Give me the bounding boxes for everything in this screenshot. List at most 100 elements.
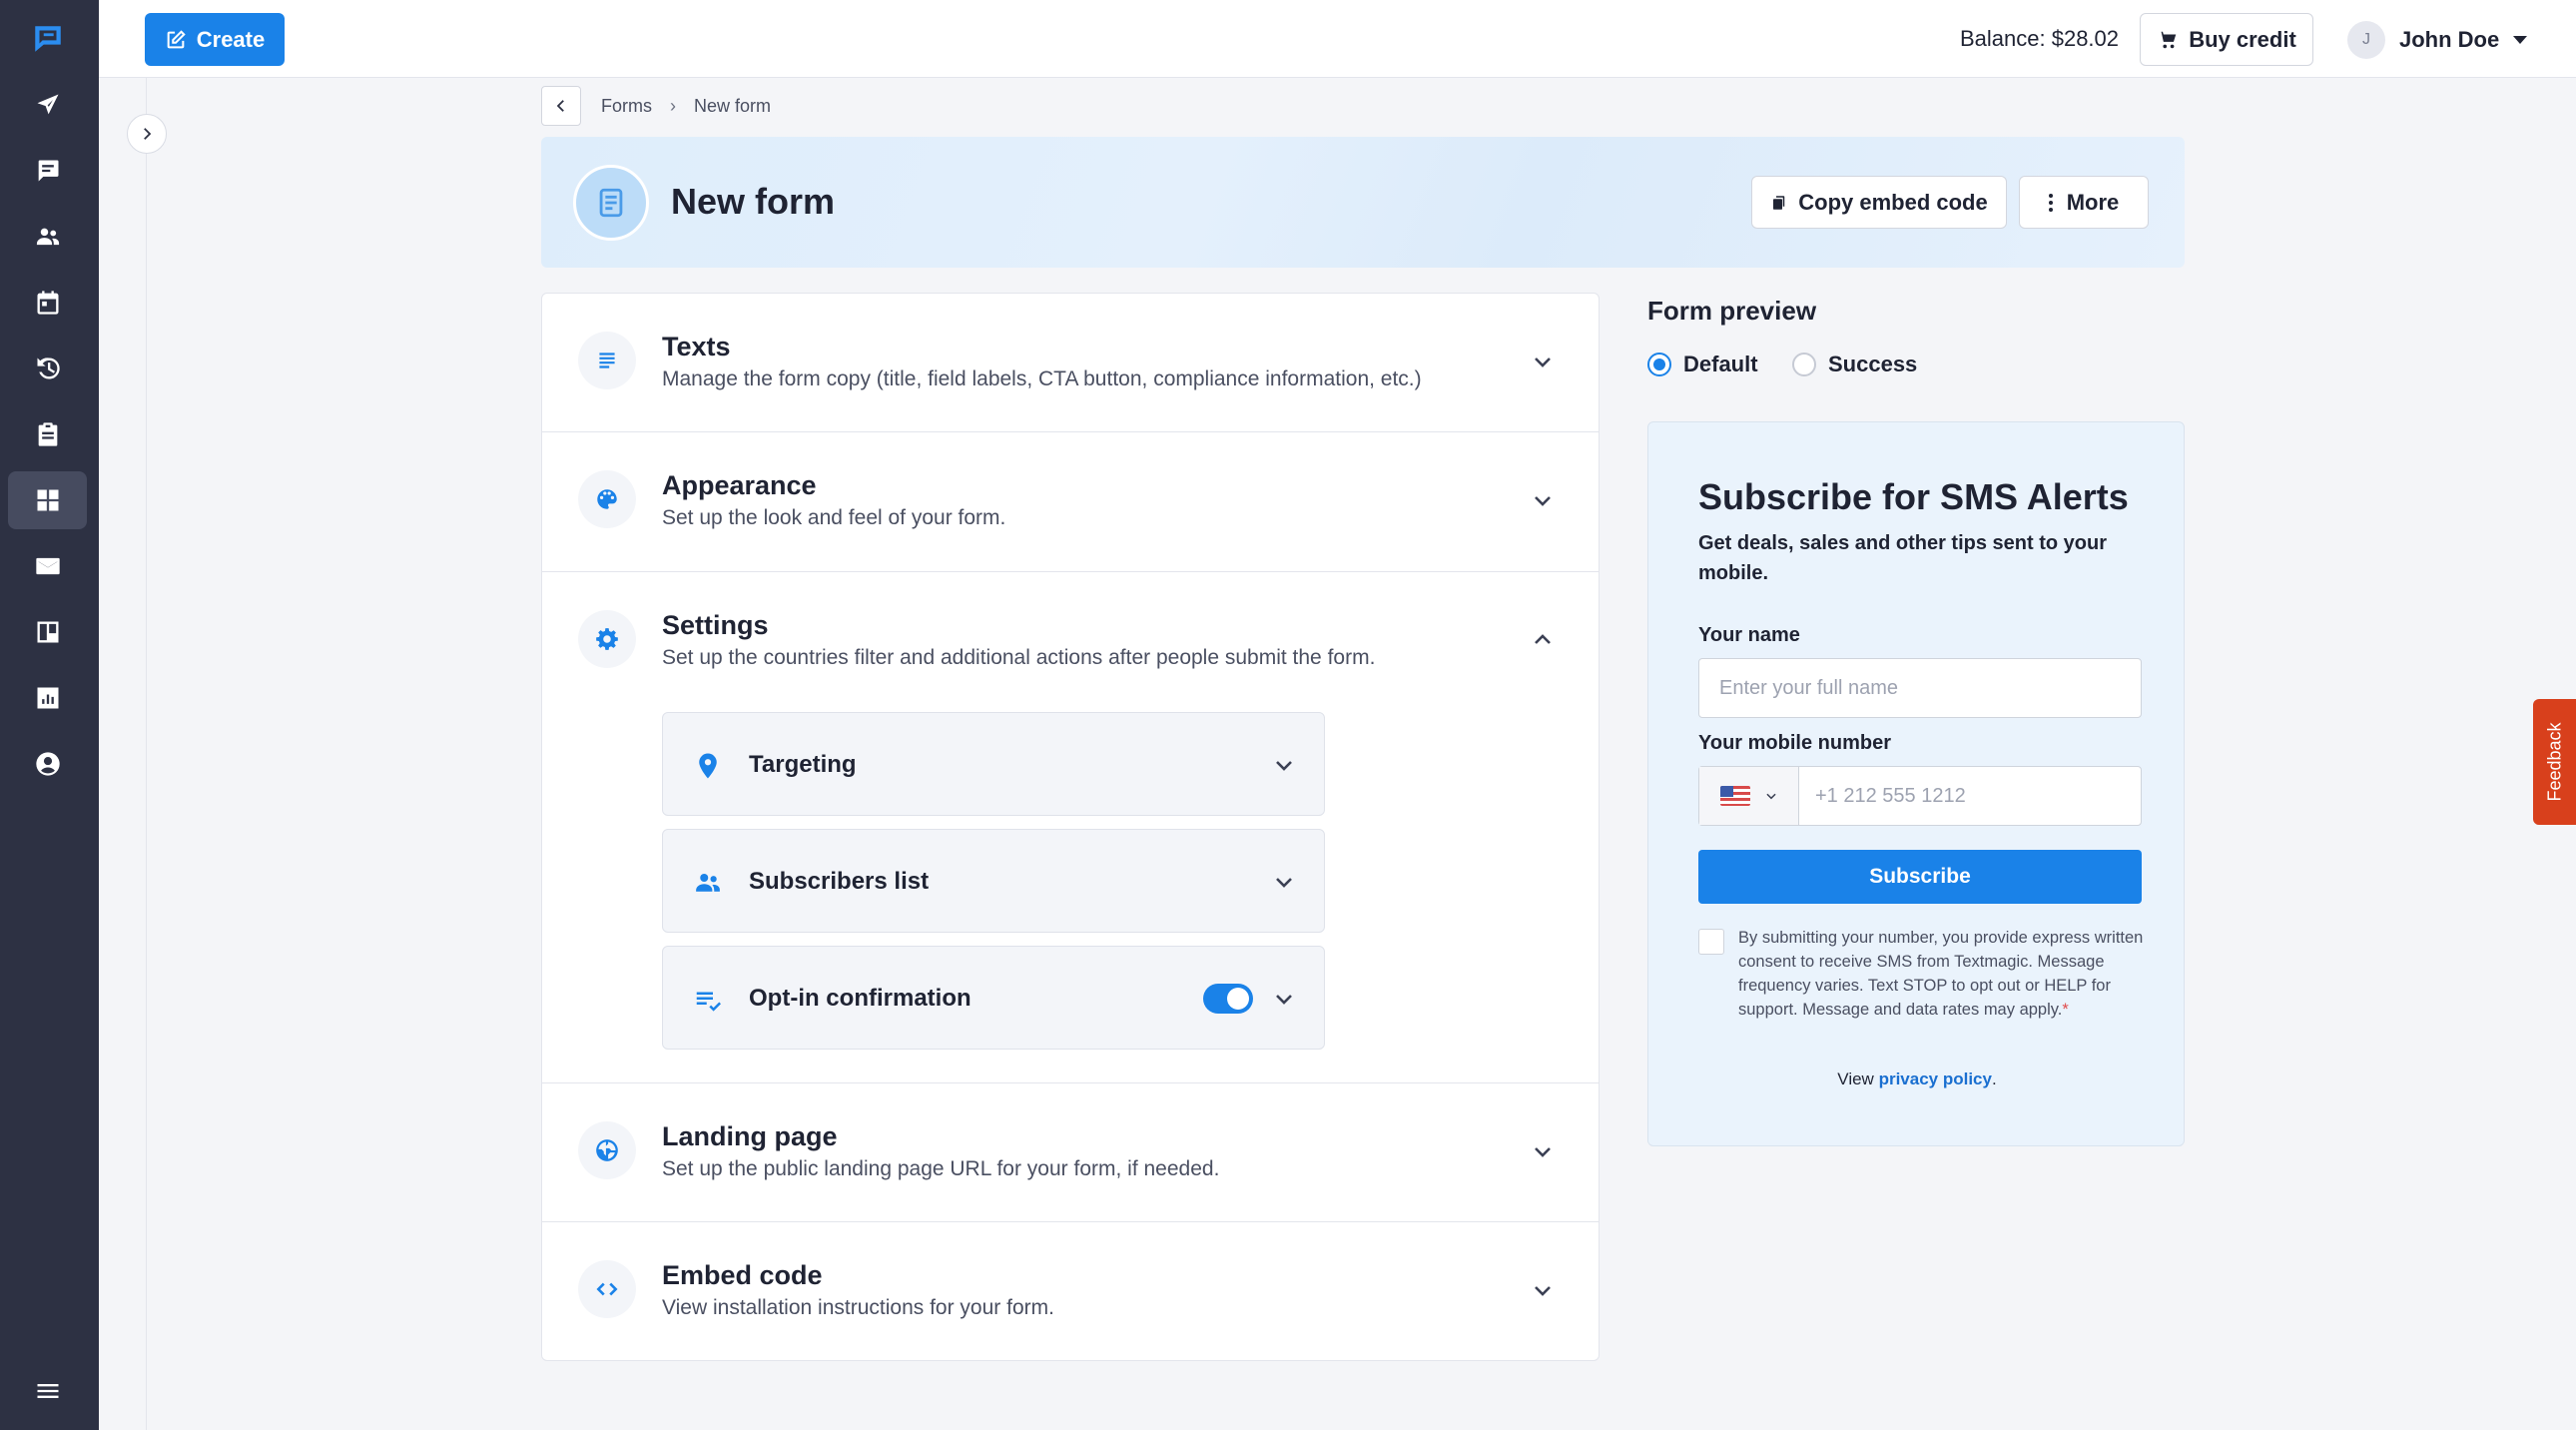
preview-option-default[interactable]: Default [1647,352,1758,377]
settings-item-subscribers-list[interactable]: Subscribers list [662,829,1325,933]
history-icon[interactable] [8,340,87,397]
chevron-down-icon [1765,793,1776,800]
people-icon [693,868,723,898]
cart-icon [2159,31,2177,48]
contacts-icon[interactable] [8,208,87,266]
section-appearance[interactable]: Appearance Set up the look and feel of y… [542,432,1599,572]
required-mark: * [2062,1001,2069,1019]
chevron-right-icon [144,128,152,140]
form-preview-card: Subscribe for SMS Alerts Get deals, sale… [1647,421,2185,1146]
form-document-icon [573,165,649,241]
radio-selected-icon [1647,353,1671,376]
chevron-left-icon [556,100,564,112]
sidebar [0,0,99,1430]
more-button[interactable]: More [2019,176,2149,229]
textmagic-logo-icon[interactable] [8,10,87,68]
chevron-up-icon[interactable] [1531,628,1555,652]
feedback-tab[interactable]: Feedback [2533,699,2576,825]
section-title: Landing page [662,1121,838,1151]
topbar: Create Balance: $28.02 Buy credit J John… [99,0,2576,78]
settings-item-opt-in-confirmation[interactable]: Opt-in confirmation [662,946,1325,1050]
preview-option-success[interactable]: Success [1792,352,1917,377]
board-icon[interactable] [8,603,87,661]
privacy-suffix: . [1991,1070,1997,1088]
preview-form-subheading: Get deals, sales and other tips sent to … [1698,532,2107,584]
section-description: Manage the form copy (title, field label… [662,367,1422,390]
chevron-down-icon [1531,350,1555,373]
buy-credit-label: Buy credit [2189,26,2296,52]
secondary-pane [99,78,147,1430]
section-description: View installation instructions for your … [662,1296,1054,1319]
country-selector[interactable] [1699,767,1799,825]
settings-item-label: Subscribers list [749,868,930,895]
name-input[interactable]: Enter your full name [1698,658,2142,718]
privacy-policy-link[interactable]: privacy policy [1879,1070,1992,1088]
consent-body: By submitting your number, you provide e… [1738,929,2144,1019]
form-settings-accordion: Texts Manage the form copy (title, field… [541,293,1600,1361]
name-field-label: Your name [1698,624,1800,646]
privacy-line: View privacy policy. [1648,1070,2186,1089]
chevron-down-icon [1272,870,1296,894]
section-title: Settings [662,610,769,640]
page-header: New form Copy embed code More [541,137,2185,268]
settings-item-label: Targeting [749,751,857,778]
location-pin-icon [693,751,723,781]
chat-icon[interactable] [8,142,87,200]
radio-unselected-icon [1792,353,1816,376]
checklist-icon [693,985,723,1015]
balance-text: Balance: $28.02 [1960,26,2120,51]
section-title: Texts [662,332,731,361]
expand-pane-button[interactable] [127,114,167,154]
more-vertical-icon [2048,193,2053,212]
phone-field-label: Your mobile number [1698,732,1891,754]
buy-credit-button[interactable]: Buy credit [2140,13,2313,66]
create-label: Create [196,26,266,52]
copy-embed-code-button[interactable]: Copy embed code [1751,176,2007,229]
reports-icon[interactable] [8,669,87,727]
preview-option-label: Default [1683,352,1758,376]
section-description: Set up the look and feel of your form. [662,506,1006,529]
preview-option-label: Success [1828,352,1918,376]
more-label: More [2066,189,2120,215]
consent-checkbox[interactable] [1698,929,1724,955]
name-input-placeholder: Enter your full name [1719,676,1898,699]
palette-icon [578,470,636,528]
mail-icon[interactable] [8,537,87,595]
section-texts[interactable]: Texts Manage the form copy (title, field… [542,294,1599,432]
back-button[interactable] [541,86,581,126]
phone-input-placeholder: +1 212 555 1212 [1815,785,1966,807]
send-icon[interactable] [8,76,87,134]
preview-form-heading: Subscribe for SMS Alerts [1698,476,2129,517]
copy-embed-label: Copy embed code [1798,189,1988,215]
user-name: John Doe [2399,27,2500,52]
section-landing-page[interactable]: Landing page Set up the public landing p… [542,1083,1599,1222]
consent-text: By submitting your number, you provide e… [1738,926,2152,1022]
phone-input[interactable]: +1 212 555 1212 [1698,766,2142,826]
code-icon [578,1260,636,1318]
page-title: New form [671,181,836,222]
menu-icon[interactable] [8,1362,87,1420]
section-description: Set up the public landing page URL for y… [662,1157,1220,1180]
section-title: Embed code [662,1260,823,1290]
account-icon[interactable] [8,735,87,793]
avatar: J [2347,21,2385,59]
section-title: Appearance [662,470,817,500]
opt-in-toggle[interactable] [1203,984,1253,1014]
text-lines-icon [578,332,636,389]
forms-icon[interactable] [8,471,87,529]
settings-item-targeting[interactable]: Targeting [662,712,1325,816]
caret-down-icon [2513,36,2528,44]
breadcrumb-current: New form [694,96,772,116]
user-menu[interactable]: J John Doe [2347,20,2528,60]
breadcrumb-separator-icon: › [670,96,676,116]
subscribe-button[interactable]: Subscribe [1698,850,2142,904]
create-button[interactable]: Create [145,13,285,66]
chevron-down-icon [1531,1278,1555,1302]
copy-icon [1773,195,1785,210]
clipboard-icon[interactable] [8,405,87,463]
calendar-icon[interactable] [8,274,87,332]
gear-icon [578,610,636,668]
breadcrumb-forms[interactable]: Forms [601,96,652,117]
section-embed-code[interactable]: Embed code View installation instruction… [542,1222,1599,1360]
chevron-down-icon [1272,753,1296,777]
